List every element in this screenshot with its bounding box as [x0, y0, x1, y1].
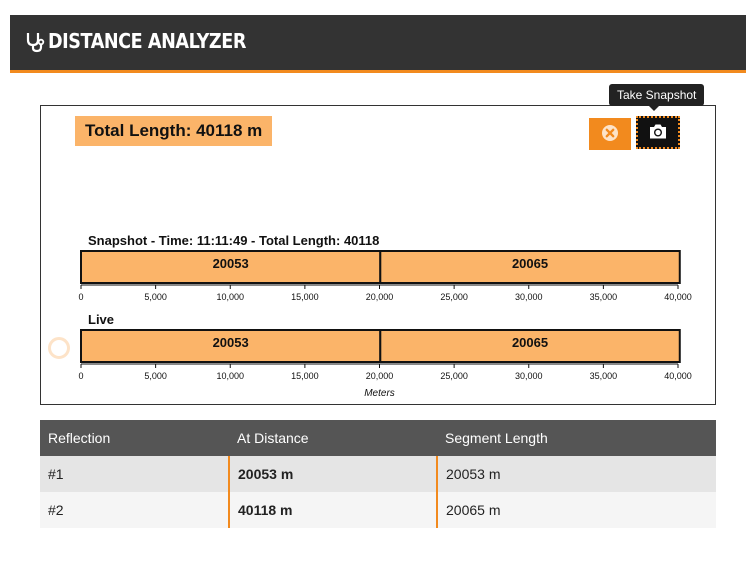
segment-length-cell: 20053 m	[437, 456, 716, 492]
app-title: DISTANCE ANALYZER	[48, 29, 246, 53]
table-row[interactable]: #1 20053 m 20053 m	[40, 456, 716, 492]
col-header-reflection: Reflection	[40, 420, 229, 456]
stethoscope-icon	[26, 33, 45, 53]
tick-label: 40,000	[664, 292, 692, 302]
tick-label: 5,000	[144, 292, 167, 302]
x-axis-label: Meters	[364, 388, 395, 399]
reflection-table: Reflection At Distance Segment Length #1…	[40, 420, 716, 528]
snapshot-tooltip: Take Snapshot	[609, 84, 705, 111]
tick-label: 25,000	[440, 371, 468, 381]
tick-label: 30,000	[515, 371, 543, 381]
tick-label: 5,000	[144, 371, 167, 381]
tick-label: 35,000	[590, 292, 618, 302]
col-header-at-distance: At Distance	[229, 420, 437, 456]
segment-label: 20065	[512, 335, 548, 350]
tick-label: 0	[78, 292, 83, 302]
app-header: DISTANCE ANALYZER	[10, 15, 746, 73]
distance-chart: 20053 20065 0 5,000 10,000 15,000 20,000 25,000…	[78, 250, 692, 399]
tick-label: 25,000	[440, 292, 468, 302]
tick-label: 10,000	[216, 292, 244, 302]
table-header-row: Reflection At Distance Segment Length	[40, 420, 716, 456]
segment-label: 20065	[512, 256, 548, 271]
segment-label: 20053	[213, 335, 249, 350]
tick-label: 30,000	[515, 292, 543, 302]
tick-label: 20,000	[366, 292, 394, 302]
tick-label: 15,000	[291, 292, 319, 302]
at-distance-cell: 40118 m	[228, 492, 438, 528]
tick-label: 0	[78, 371, 83, 381]
tick-label: 20,000	[366, 371, 394, 381]
tick-label: 10,000	[216, 371, 244, 381]
segment-length-cell: 20065 m	[437, 492, 716, 528]
at-distance-cell: 20053 m	[228, 456, 438, 492]
reflection-cell: #2	[40, 492, 229, 528]
segment-label: 20053	[213, 256, 249, 271]
tick-label: 15,000	[291, 371, 319, 381]
reflection-cell: #1	[40, 456, 229, 492]
live-indicator-icon	[48, 337, 70, 359]
table-row[interactable]: #2 40118 m 20065 m	[40, 492, 716, 528]
tick-label: 40,000	[664, 371, 692, 381]
col-header-segment-length: Segment Length	[437, 420, 716, 456]
distance-panel: Total Length: 40118 m Snapshot - Time: 1…	[40, 105, 716, 405]
tick-label: 35,000	[590, 371, 618, 381]
